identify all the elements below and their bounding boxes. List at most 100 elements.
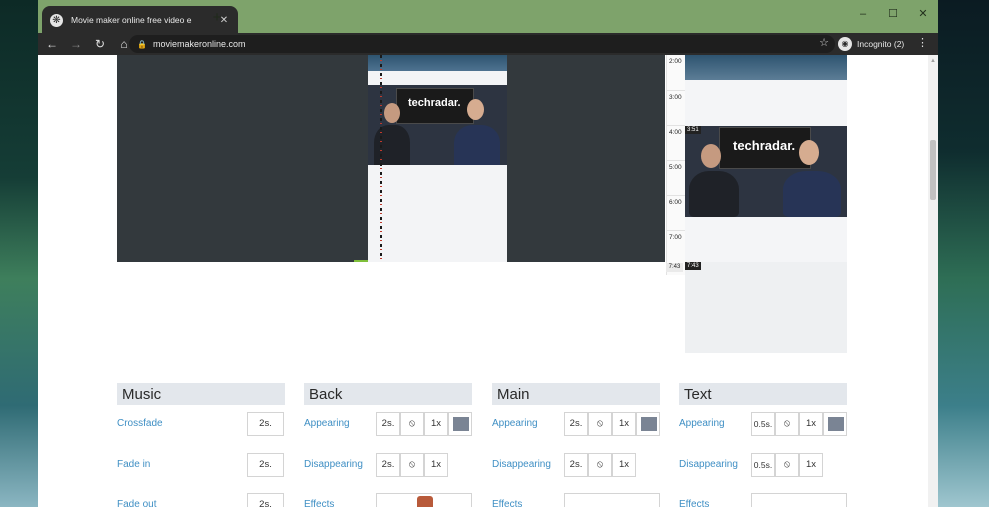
appearing-color-picker[interactable] <box>636 412 660 436</box>
person-right <box>783 171 841 217</box>
disappearing-speed-input[interactable]: 1x <box>612 453 636 477</box>
block-icon[interactable]: ⦸ <box>588 412 612 436</box>
setting-label[interactable]: Fade in <box>117 459 150 470</box>
time-tick: 4:00 <box>667 125 686 159</box>
appearing-duration-input[interactable]: 2s. <box>376 412 400 436</box>
browser-menu-icon[interactable]: ⋮ <box>917 36 928 49</box>
block-icon[interactable]: ⦸ <box>775 453 799 477</box>
appearing-color-picker[interactable] <box>448 412 472 436</box>
person-left <box>689 171 739 217</box>
appearing-speed-input[interactable]: 1x <box>612 412 636 436</box>
effects-selector[interactable] <box>751 493 847 507</box>
effects-selector[interactable] <box>376 493 472 507</box>
appearing-duration-input[interactable]: 0.5s. <box>751 412 775 436</box>
setting-label[interactable]: Effects <box>304 499 334 507</box>
address-bar[interactable]: 🔒 moviemakeronline.com ☆ <box>129 35 835 53</box>
block-icon[interactable]: ⦸ <box>400 412 424 436</box>
editor-preview-right <box>507 55 665 262</box>
disappearing-speed-input[interactable]: 1x <box>799 453 823 477</box>
setting-label[interactable]: Disappearing <box>679 459 738 470</box>
person-right <box>454 125 500 165</box>
fade-out-duration-input[interactable]: 2s. <box>247 493 284 507</box>
new-tab-button[interactable]: + <box>208 9 226 27</box>
effects-selector[interactable] <box>564 493 660 507</box>
panel-title: Music <box>117 383 285 405</box>
browser-titlebar: ❋ Movie maker online free video e ✕ + – … <box>38 0 938 34</box>
setting-label[interactable]: Fade out <box>117 499 156 507</box>
appearing-color-picker[interactable] <box>823 412 847 436</box>
block-icon[interactable]: ⦸ <box>775 412 799 436</box>
block-icon[interactable]: ⦸ <box>400 453 424 477</box>
setting-label[interactable]: Disappearing <box>304 459 363 470</box>
setting-row-disappearing: Disappearing 2s. ⦸ 1x <box>492 453 660 477</box>
panel-music: Music Crossfade 2s. Fade in 2s. Fade out… <box>117 383 285 507</box>
head-right <box>799 140 819 165</box>
bookmark-star-icon[interactable]: ☆ <box>819 36 829 49</box>
setting-label[interactable]: Crossfade <box>117 418 163 429</box>
setting-row-effects: Effects <box>304 493 472 507</box>
minimize-button[interactable]: – <box>848 0 878 28</box>
panel-title: Back <box>304 383 472 405</box>
page-scrollbar[interactable]: ▲ <box>928 55 938 507</box>
incognito-label: Incognito (2) <box>857 39 905 49</box>
panel-text: Text Appearing 0.5s. ⦸ 1x Disappearing 0… <box>679 383 847 507</box>
time-tick: 2:00 <box>669 58 682 65</box>
head-right <box>467 99 484 120</box>
setting-label[interactable]: Effects <box>679 499 709 507</box>
panel-title: Text <box>679 383 847 405</box>
thumbnail-frame-image[interactable]: techradar. 3:51 <box>685 126 847 217</box>
setting-row-effects: Effects <box>679 493 847 507</box>
video-frame-image: techradar. <box>368 85 507 165</box>
audio-waveform <box>380 55 382 262</box>
incognito-icon: ◉ <box>838 37 852 51</box>
playhead-marker <box>354 260 368 262</box>
disappearing-duration-input[interactable]: 0.5s. <box>751 453 775 477</box>
block-icon[interactable]: ⦸ <box>588 453 612 477</box>
reload-icon[interactable]: ↻ <box>90 34 110 54</box>
color-swatch <box>828 417 844 431</box>
time-tick: 5:00 <box>667 160 686 194</box>
scene-logo-text: techradar. <box>733 138 796 153</box>
disappearing-duration-input[interactable]: 2s. <box>376 453 400 477</box>
time-tick: 6:00 <box>667 195 686 229</box>
desktop-background-right <box>938 0 989 507</box>
desktop-background-left <box>0 0 38 507</box>
color-swatch <box>453 417 469 431</box>
setting-label[interactable]: Disappearing <box>492 459 551 470</box>
forward-icon[interactable]: → <box>66 34 86 54</box>
maximize-button[interactable]: ☐ <box>878 0 908 28</box>
appearing-speed-input[interactable]: 1x <box>424 412 448 436</box>
disappearing-duration-input[interactable]: 2s. <box>564 453 588 477</box>
close-window-button[interactable]: ✕ <box>908 0 938 28</box>
setting-label[interactable]: Appearing <box>679 418 725 429</box>
head-left <box>384 103 400 123</box>
video-clip-frame[interactable]: techradar. <box>368 55 507 262</box>
setting-row-appearing: Appearing 2s. ⦸ 1x <box>492 412 660 436</box>
disappearing-speed-input[interactable]: 1x <box>424 453 448 477</box>
setting-label[interactable]: Appearing <box>492 418 538 429</box>
timeline-ruler[interactable]: 2:00 3:00 4:00 5:00 6:00 7:00 <box>666 55 686 275</box>
crossfade-duration-input[interactable]: 2s. <box>247 412 284 436</box>
clip-thumbnail-column[interactable]: techradar. 3:51 7:43 <box>685 55 847 353</box>
timeline-end-time: 7:43 <box>666 263 683 272</box>
back-icon[interactable]: ← <box>42 34 62 54</box>
scrollbar-thumb[interactable] <box>930 140 936 200</box>
fade-in-duration-input[interactable]: 2s. <box>247 453 284 477</box>
thumbnail-background-strip <box>685 55 847 80</box>
thumbnail-empty-area: 7:43 <box>685 262 847 353</box>
thumbnail-start-badge: 3:51 <box>685 126 701 134</box>
panel-title: Main <box>492 383 660 405</box>
setting-row-fade-out: Fade out 2s. <box>117 493 285 507</box>
appearing-duration-input[interactable]: 2s. <box>564 412 588 436</box>
editor-preview-left <box>117 55 368 262</box>
thumbnail-end-badge: 7:43 <box>685 262 701 270</box>
setting-label[interactable]: Effects <box>492 499 522 507</box>
effect-thumbnail-icon <box>417 496 433 507</box>
setting-row-disappearing: Disappearing 2s. ⦸ 1x <box>304 453 472 477</box>
incognito-indicator[interactable]: ◉ Incognito (2) <box>838 35 904 53</box>
setting-row-appearing: Appearing 2s. ⦸ 1x <box>304 412 472 436</box>
appearing-speed-input[interactable]: 1x <box>799 412 823 436</box>
browser-window: ❋ Movie maker online free video e ✕ + – … <box>38 0 938 507</box>
setting-label[interactable]: Appearing <box>304 418 350 429</box>
scroll-up-arrow-icon[interactable]: ▲ <box>930 58 936 64</box>
